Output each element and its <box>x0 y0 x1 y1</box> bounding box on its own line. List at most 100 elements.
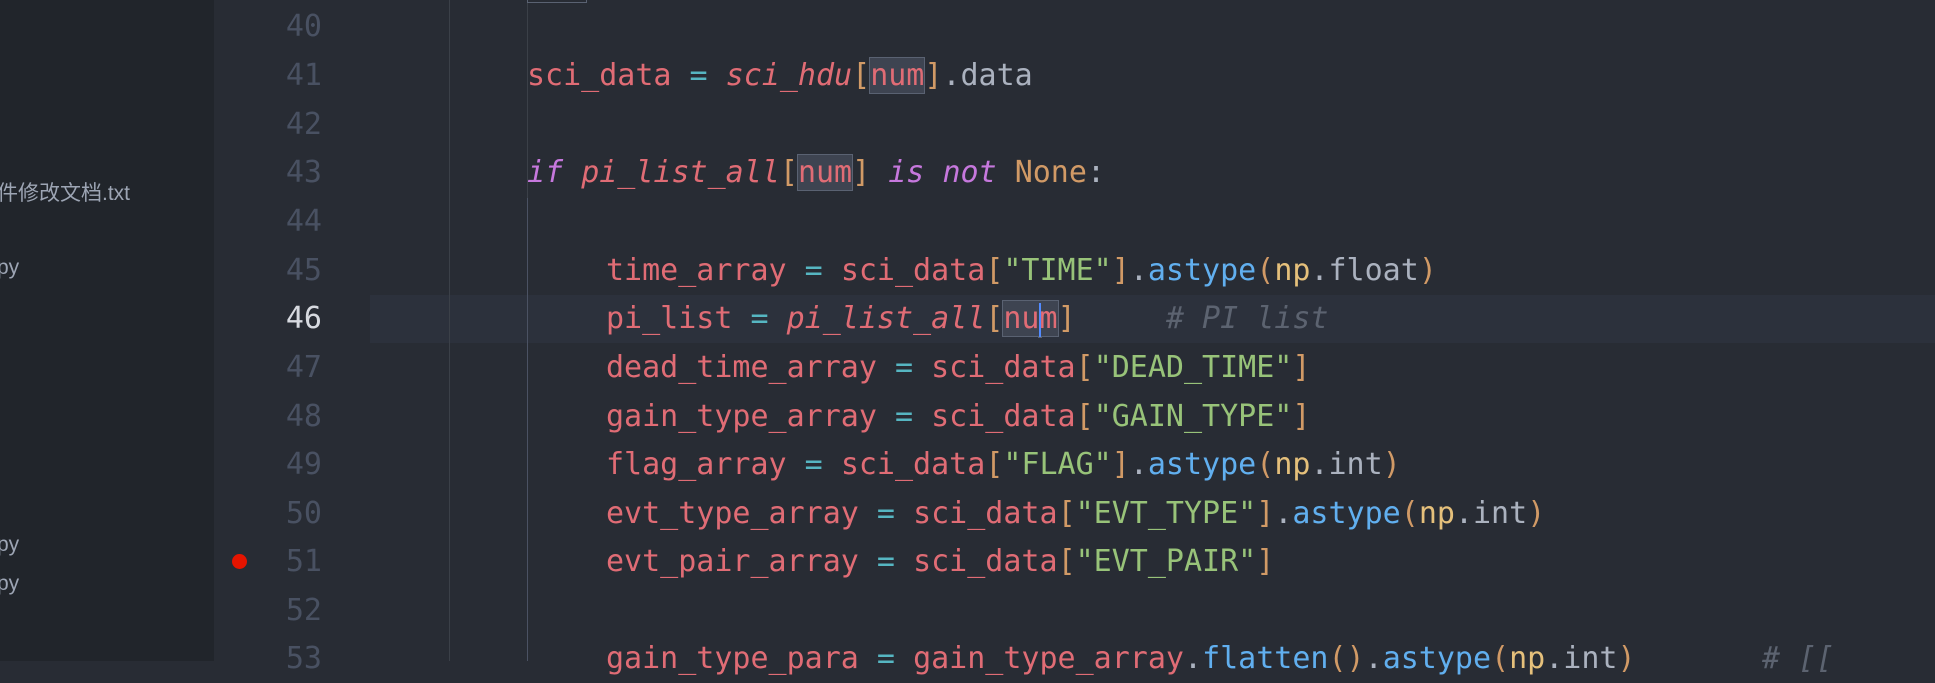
selected-word: num <box>1002 300 1059 337</box>
token: = <box>732 301 787 336</box>
code-line-50[interactable]: evt_type_array = sci_data["EVT_TYPE"].as… <box>606 490 1545 538</box>
line-number: 52 <box>285 593 322 628</box>
token: "DEAD_TIME" <box>1093 350 1293 385</box>
token: = <box>858 641 914 676</box>
token: sci_data <box>840 447 986 482</box>
token: astype <box>1292 496 1401 531</box>
token: sci_data <box>931 399 1076 434</box>
token: = <box>858 544 914 579</box>
token: . <box>1129 253 1148 288</box>
token: gain_type_array <box>606 399 877 434</box>
token: ) <box>1382 447 1401 482</box>
token: ( <box>1400 496 1419 531</box>
token: . <box>1129 447 1148 482</box>
token: [ <box>985 253 1004 288</box>
token: = <box>876 399 932 434</box>
token: sci_data <box>527 58 672 93</box>
line-number: 47 <box>285 350 322 385</box>
token: sci_data <box>931 350 1076 385</box>
token: m <box>1039 301 1058 336</box>
token: ] <box>1111 447 1130 482</box>
code-line-41[interactable]: sci_data = sci_hdu[num].data <box>527 52 1033 100</box>
line-number: 49 <box>285 447 322 482</box>
token: [ <box>779 155 798 190</box>
token: np <box>1418 496 1455 531</box>
token: .data <box>942 58 1033 93</box>
token: gain_type_array <box>913 641 1184 676</box>
code-line-47[interactable]: dead_time_array = sci_data["DEAD_TIME"] <box>606 344 1310 392</box>
line-number: 40 <box>285 9 322 44</box>
token: ] <box>852 155 871 190</box>
line-number: 41 <box>285 58 322 93</box>
token: flag_array <box>606 447 787 482</box>
token: ) <box>1418 253 1437 288</box>
token: ] <box>1256 496 1275 531</box>
token: sci_data <box>913 496 1058 531</box>
code-line-48[interactable]: gain_type_array = sci_data["GAIN_TYPE"] <box>606 393 1310 441</box>
token: np <box>1274 253 1311 288</box>
line-number: 42 <box>285 107 322 142</box>
token: sci_data <box>913 544 1058 579</box>
line-number: 44 <box>285 204 322 239</box>
code-line-49[interactable]: flag_array = sci_data["FLAG"].astype(np.… <box>606 441 1401 489</box>
token: pi_list_all <box>581 155 780 190</box>
token: sci_data <box>840 253 986 288</box>
file-item-py-1[interactable]: py <box>0 256 19 280</box>
line-number: 45 <box>285 253 322 288</box>
token: np <box>1274 447 1311 482</box>
token: ] <box>924 58 943 93</box>
token: gain_type_para <box>606 641 859 676</box>
token: ] <box>1292 399 1311 434</box>
code-editor[interactable]: sci_data = sci_hdu[num].data if pi_list_… <box>370 0 1935 676</box>
comment: # PI list <box>1165 301 1329 336</box>
token: "TIME" <box>1003 253 1112 288</box>
line-number: 48 <box>285 399 322 434</box>
code-line-46[interactable]: pi_list = pi_list_all[num] # PI list <box>606 295 1329 343</box>
code-line-51[interactable]: evt_pair_array = sci_data["EVT_PAIR"] <box>606 538 1274 586</box>
selection-occurrence-box <box>527 0 587 3</box>
line-number-active: 46 <box>285 301 322 336</box>
token: [ <box>985 447 1004 482</box>
file-item-py-3[interactable]: py <box>0 572 19 596</box>
token: if <box>527 155 564 190</box>
token: = <box>786 253 841 288</box>
token: .float <box>1310 253 1419 288</box>
file-item-py-2[interactable]: py <box>0 533 19 557</box>
token: not <box>942 155 997 190</box>
token: [ <box>1075 399 1094 434</box>
token: "FLAG" <box>1003 447 1112 482</box>
token: nu <box>1003 301 1040 336</box>
token: = <box>858 496 914 531</box>
code-line-45[interactable]: time_array = sci_data["TIME"].astype(np.… <box>606 247 1437 295</box>
token: evt_pair_array <box>606 544 859 579</box>
token: ( <box>1256 447 1275 482</box>
token: "EVT_TYPE" <box>1075 496 1257 531</box>
line-number: 50 <box>285 496 322 531</box>
token: .int <box>1310 447 1383 482</box>
token: [ <box>1057 544 1076 579</box>
token: "GAIN_TYPE" <box>1093 399 1293 434</box>
code-line-53[interactable]: gain_type_para = gain_type_array.flatten… <box>606 635 1834 683</box>
token: [ <box>852 58 871 93</box>
token: .int <box>1545 641 1618 676</box>
token: = <box>876 350 932 385</box>
breakpoint-dot[interactable] <box>232 554 247 569</box>
selection-occurrence: num <box>869 57 926 94</box>
file-item-txt[interactable]: 件修改文档.txt <box>0 177 130 207</box>
code-line-43[interactable]: if pi_list_all[num] is not None: <box>527 149 1105 197</box>
token: astype <box>1147 253 1257 288</box>
indent-guide <box>449 0 450 661</box>
token: None <box>1014 155 1087 190</box>
token: [ <box>985 301 1004 336</box>
token: = <box>786 447 841 482</box>
token: . <box>1364 641 1383 676</box>
token: ( <box>1491 641 1510 676</box>
token: pi_list_all <box>786 301 986 336</box>
token: pi_list <box>606 301 733 336</box>
token: : <box>1086 155 1105 190</box>
token: ( <box>1256 253 1275 288</box>
token: ] <box>1256 544 1275 579</box>
token: . <box>1184 641 1203 676</box>
token: flatten <box>1202 641 1329 676</box>
token: = <box>671 58 726 93</box>
